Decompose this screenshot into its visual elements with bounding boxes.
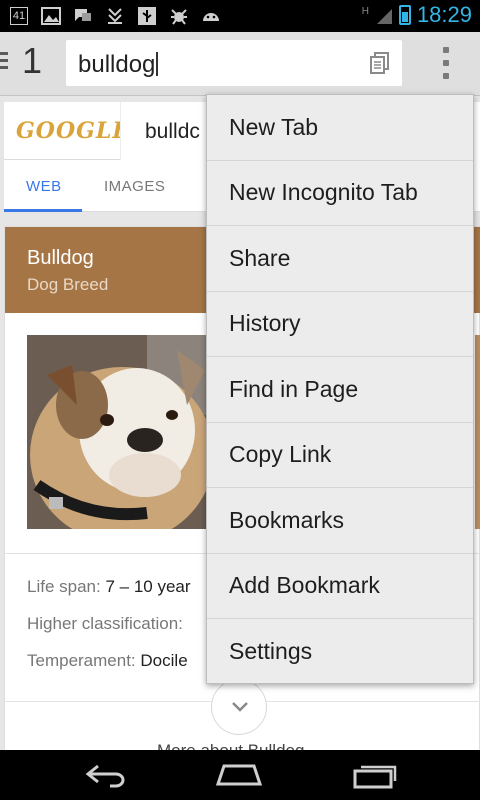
fact-temperament: Temperament: Docile	[27, 651, 188, 671]
browser-toolbar: 1 bulldog	[0, 32, 480, 96]
status-bar: 41 H 18:29	[0, 0, 480, 32]
menu-item-share[interactable]: Share	[207, 226, 473, 292]
chat-icon	[72, 6, 94, 26]
menu-item-new-tab[interactable]: New Tab	[207, 95, 473, 161]
back-icon[interactable]	[82, 760, 132, 790]
fact-label: Higher classification:	[27, 614, 183, 633]
signal-icon	[375, 5, 393, 25]
more-about-link[interactable]: More about Bulldog	[157, 741, 304, 750]
search-query[interactable]: bulldc	[145, 120, 200, 144]
clock: 18:29	[416, 2, 472, 27]
home-icon[interactable]	[214, 760, 264, 790]
usb-icon	[136, 6, 158, 26]
menu-item-add-bookmark[interactable]: Add Bookmark	[207, 554, 473, 619]
tab-web[interactable]: WEB	[26, 178, 62, 195]
google-logo[interactable]: GOOGLE	[16, 118, 130, 144]
tab-images[interactable]: IMAGES	[104, 178, 165, 195]
fact-life-span: Life span: 7 – 10 year	[27, 577, 191, 597]
fact-value[interactable]: 7 – 10 year	[105, 577, 190, 596]
chevron-down-icon	[232, 702, 248, 712]
url-bar[interactable]: bulldog	[66, 40, 402, 86]
menu-item-new-incognito-tab[interactable]: New Incognito Tab	[207, 161, 473, 226]
download-icon	[104, 6, 126, 26]
fact-label: Life span:	[27, 577, 101, 596]
fact-label: Temperament:	[27, 651, 136, 670]
recents-icon[interactable]	[350, 760, 400, 790]
overflow-menu-icon[interactable]	[441, 47, 451, 79]
active-tab-indicator	[4, 209, 82, 212]
overflow-menu: New Tab New Incognito Tab Share History …	[206, 94, 474, 684]
tab-switcher-handle-icon[interactable]	[0, 52, 8, 74]
copy-icon[interactable]	[368, 51, 392, 75]
battery-icon	[398, 5, 411, 25]
tab-count-button[interactable]: 1	[22, 40, 42, 82]
fact-higher-classification: Higher classification:	[27, 614, 183, 634]
notification-icons: 41	[8, 6, 222, 26]
bulldog-photo[interactable]	[27, 335, 217, 529]
menu-item-bookmarks[interactable]: Bookmarks	[207, 488, 473, 554]
menu-item-settings[interactable]: Settings	[207, 619, 473, 685]
expand-button[interactable]	[211, 679, 267, 735]
menu-item-copy-link[interactable]: Copy Link	[207, 423, 473, 488]
card-title: Bulldog	[27, 247, 94, 269]
fact-value[interactable]: Docile	[140, 651, 187, 670]
navigation-bar	[0, 750, 480, 800]
image-icon	[40, 6, 62, 26]
network-type-label: H	[361, 6, 369, 17]
url-input[interactable]: bulldog	[78, 51, 158, 79]
system-status: H 18:29	[362, 2, 472, 28]
menu-item-history[interactable]: History	[207, 292, 473, 357]
card-subtitle: Dog Breed	[27, 275, 109, 294]
bug-icon	[168, 6, 190, 26]
menu-item-find-in-page[interactable]: Find in Page	[207, 357, 473, 423]
android-icon	[200, 6, 222, 26]
next-photo-peek[interactable]	[475, 335, 480, 529]
badge-count-icon: 41	[8, 6, 30, 26]
